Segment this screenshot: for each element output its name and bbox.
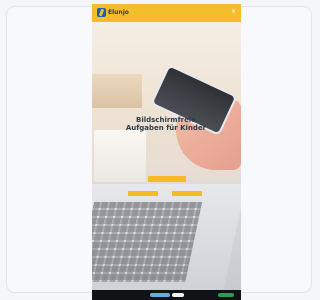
menu-icon[interactable]: ×	[231, 9, 236, 15]
background-shelf	[92, 74, 142, 108]
top-bar: Elunjo ×	[92, 4, 241, 22]
logo[interactable]: Elunjo	[97, 8, 129, 17]
bottom-bar	[92, 290, 241, 300]
cookie-secondary-button[interactable]	[172, 293, 184, 297]
logo-text: Elunjo	[108, 9, 129, 16]
secondary-action-button[interactable]	[128, 191, 158, 196]
primary-action-button[interactable]	[148, 176, 186, 182]
secondary-action-button-2[interactable]	[172, 191, 202, 196]
cookie-button[interactable]	[150, 293, 170, 297]
brand-mark-icon	[97, 8, 106, 17]
hero-headline: Bildschirmfreie Aufgaben für Kinder	[125, 116, 207, 132]
laptop-image	[92, 184, 241, 290]
keyboard-image	[92, 202, 203, 282]
accept-button[interactable]	[218, 293, 234, 297]
mobile-viewport: Elunjo × Bildschirmfreie Aufgaben für Ki…	[92, 4, 241, 300]
coffee-cup-image	[94, 130, 146, 182]
hero-image: Bildschirmfreie Aufgaben für Kinder	[92, 22, 241, 290]
